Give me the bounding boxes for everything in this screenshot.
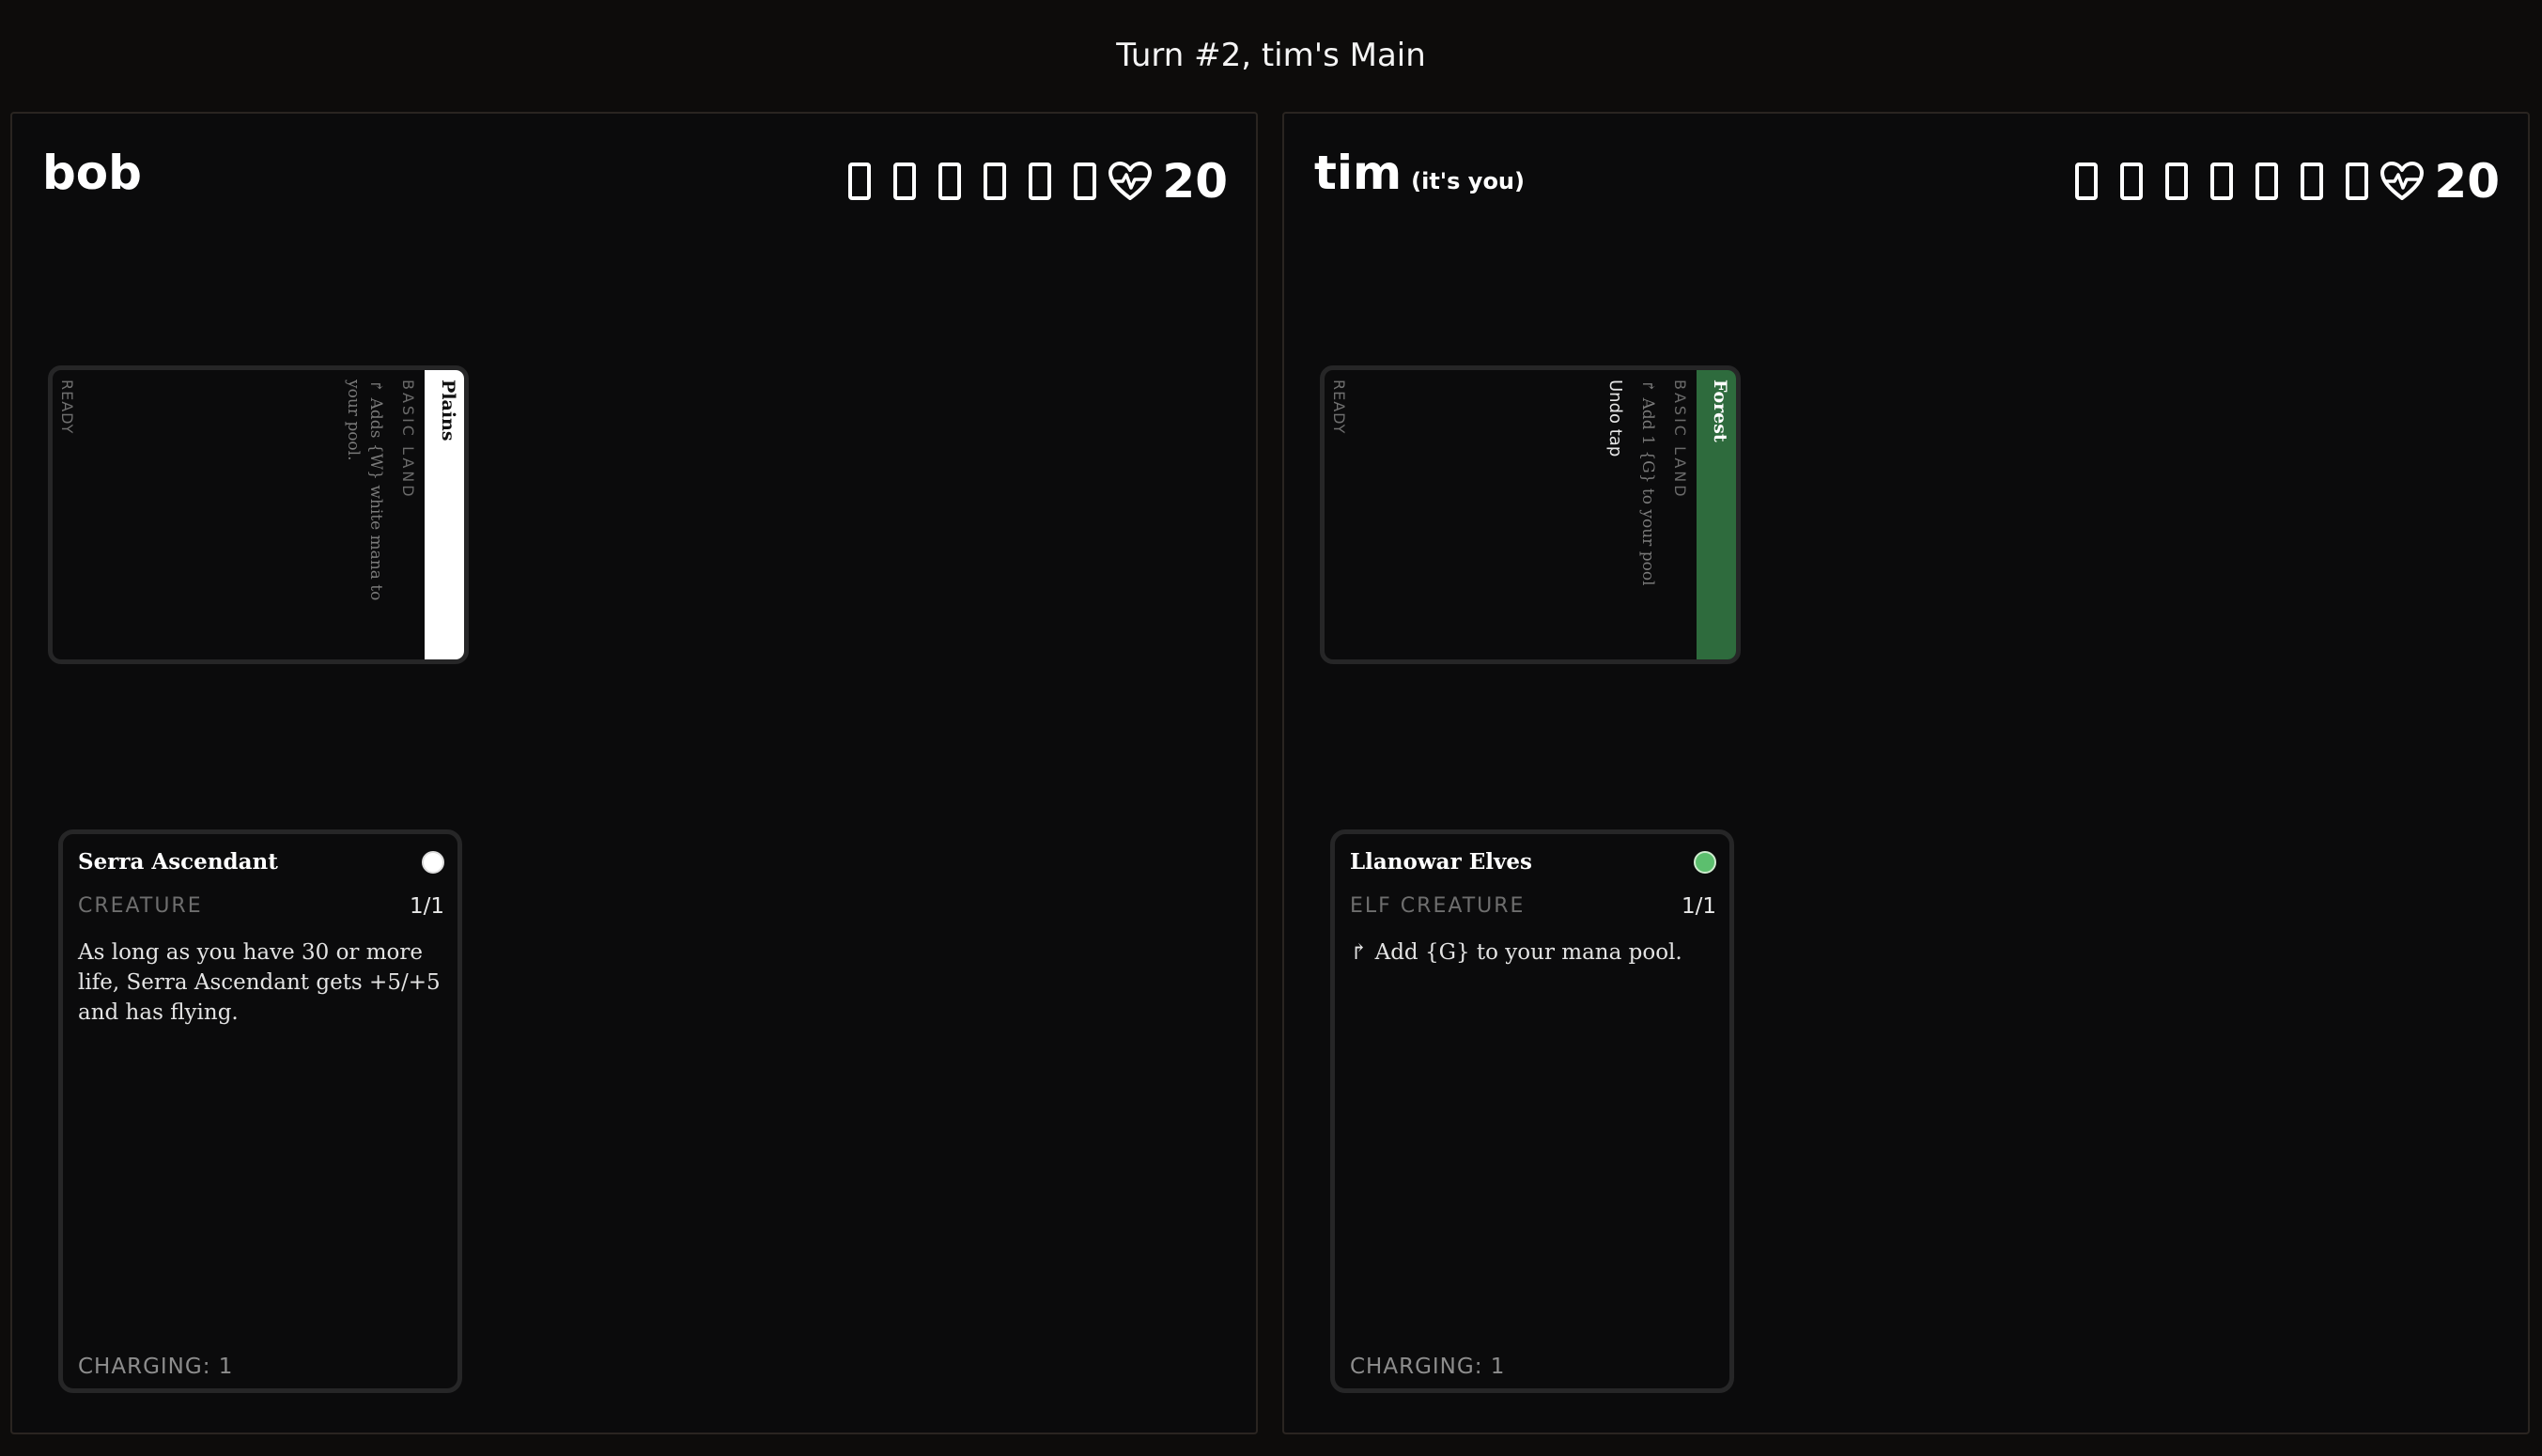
life-total: 20: [2434, 154, 2500, 209]
creature-rules-text: As long as you have 30 or more life, Ser…: [78, 940, 441, 1025]
power-toughness: 1/1: [1681, 894, 1716, 919]
turn-label: Turn #2, tim's Main: [1116, 37, 1426, 74]
player-panel-bob: bob 20 Plains BASIC LAND ↱ Adds {W} whit…: [10, 112, 1258, 1434]
creature-status: CHARGING: 1: [1350, 1355, 1506, 1379]
creature-name: Serra Ascendant: [78, 849, 278, 875]
undo-tap-button[interactable]: Undo tap: [1605, 379, 1625, 457]
player-panel-tim: tim (it's you) 20 Forest BASIC LAND ↱ Ad…: [1282, 112, 2530, 1434]
power-toughness: 1/1: [409, 894, 444, 919]
land-ability[interactable]: ↱ Adds {W} white mana to your pool.: [342, 379, 387, 633]
land-ability[interactable]: ↱ Add 1 {G} to your pool: [1636, 379, 1659, 633]
mana-slot: [2301, 163, 2324, 200]
mana-slot: [984, 163, 1007, 200]
creature-card-serra-ascendant[interactable]: Serra Ascendant CREATURE 1/1 As long as …: [58, 829, 462, 1393]
land-name: Plains: [438, 379, 458, 441]
mana-slot: [2346, 163, 2369, 200]
mana-slot: [2255, 163, 2279, 200]
creature-type: CREATURE: [78, 894, 203, 918]
land-card-forest[interactable]: Forest BASIC LAND ↱ Add 1 {G} to your po…: [1320, 365, 1741, 664]
mana-slot: [2120, 163, 2144, 200]
land-status: READY: [1330, 379, 1348, 435]
mana-slot: [2210, 163, 2234, 200]
player-name: bob: [42, 146, 142, 200]
mana-slot: [2075, 163, 2099, 200]
life-total: 20: [1162, 154, 1228, 209]
land-card-plains[interactable]: Plains BASIC LAND ↱ Adds {W} white mana …: [48, 365, 469, 664]
creature-ability[interactable]: ↱ Add {G} to your mana pool.: [1350, 937, 1716, 968]
mana-slot: [848, 163, 872, 200]
heart-pulse-icon: [2380, 162, 2425, 200]
land-name: Forest: [1710, 379, 1730, 442]
land-type: BASIC LAND: [399, 379, 417, 500]
player-name: tim (it's you): [1314, 146, 1525, 200]
creature-type: ELF CREATURE: [1350, 894, 1526, 918]
mana-slot: [1029, 163, 1052, 200]
player-stats: 20: [2075, 151, 2500, 211]
land-type: BASIC LAND: [1671, 379, 1689, 500]
creature-status: CHARGING: 1: [78, 1355, 234, 1379]
land-status: READY: [58, 379, 76, 435]
player-stats: 20: [848, 151, 1228, 211]
mana-slot: [893, 163, 917, 200]
player-name-text: tim: [1314, 146, 1403, 200]
mana-slot: [938, 163, 962, 200]
color-indicator-icon: [1694, 851, 1716, 874]
mana-slot: [1074, 163, 1097, 200]
player-name-text: bob: [42, 146, 142, 200]
turn-header: Turn #2, tim's Main: [0, 0, 2542, 111]
mana-slot: [2165, 163, 2189, 200]
heart-pulse-icon: [1108, 162, 1153, 200]
creature-card-llanowar-elves[interactable]: Llanowar Elves ELF CREATURE 1/1 ↱ Add {G…: [1330, 829, 1734, 1393]
color-indicator-icon: [422, 851, 444, 874]
you-indicator: (it's you): [1411, 168, 1525, 194]
creature-name: Llanowar Elves: [1350, 849, 1532, 875]
